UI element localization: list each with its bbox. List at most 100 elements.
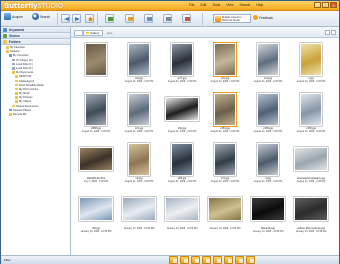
menu-search[interactable]: Search xyxy=(240,3,251,7)
photo-thumbnail[interactable] xyxy=(85,92,107,126)
search-button[interactable]: Search xyxy=(32,13,50,20)
tree-item-label: My Documents xyxy=(16,71,34,75)
photo-thumbnail-item[interactable]: DSC00145.JPG July 1, 2008 - 3:35 PM xyxy=(75,141,117,183)
photo-thumbnail[interactable] xyxy=(294,147,328,171)
edit-button[interactable] xyxy=(144,14,153,23)
photo-thumbnail[interactable] xyxy=(85,42,107,76)
reformat-studio-promo[interactable]: Multiple Assets to Reformat Studio xyxy=(213,14,251,23)
photo-thumbnail-item[interactable]: January 10, 2008 - 12:56 PM xyxy=(204,191,246,230)
printer-icon xyxy=(216,258,221,263)
photo-thumbnail[interactable] xyxy=(257,92,279,126)
print-button[interactable] xyxy=(163,14,172,23)
tree-item-label: My Favorites xyxy=(10,46,25,50)
print-icon xyxy=(166,17,171,21)
acquire-button[interactable]: Acquire xyxy=(4,13,23,20)
photo-thumbnail[interactable] xyxy=(214,92,236,126)
maximize-button[interactable]: □ xyxy=(322,2,329,8)
photo-thumbnail-item[interactable]: carbon fibre textures.jpg January 14, 200… xyxy=(290,191,332,233)
menu-view[interactable]: View xyxy=(226,3,233,7)
photo-thumbnail[interactable] xyxy=(294,197,328,221)
photo-thumbnail-item[interactable]: x11.jpg August 21, 2008 - 3:26 PM xyxy=(247,41,289,83)
rotate-right-button[interactable] xyxy=(180,256,189,264)
photo-date: August 21, 2008 - 3:26 PM xyxy=(167,180,197,184)
minimize-button[interactable]: – xyxy=(314,2,321,8)
list-view-button[interactable] xyxy=(331,30,336,35)
photo-thumbnail-item[interactable]: x54.jpg August 21, 2008 - 3:26 PM xyxy=(161,91,203,133)
slideshow-button[interactable] xyxy=(125,14,134,23)
menu-file[interactable]: File xyxy=(189,3,194,7)
filter-label[interactable]: Filter xyxy=(4,258,11,262)
breadcrumb-current[interactable]: pics xyxy=(107,31,112,35)
photo-thumbnail-item[interactable]: x74.jpg August 21, 2008 - 3:26 PM xyxy=(204,141,246,183)
photo-thumbnail-item[interactable]: x153.jpg August 21, 2008 - 3:26 PM xyxy=(290,91,332,133)
photo-thumbnail-item[interactable]: ameuaeine.fxpaetlux.jpg August 21, 2008 -… xyxy=(290,141,332,183)
photo-date: January 10, 2008 - 12:56 PM xyxy=(80,230,112,234)
zoom-button[interactable] xyxy=(246,256,255,264)
photo-thumbnail[interactable] xyxy=(165,197,199,221)
thumbnail-view-button[interactable] xyxy=(325,30,330,35)
folders-section[interactable]: Folders xyxy=(1,39,70,45)
photo-thumbnail-item[interactable]: x83.jpg August 21, 2008 - 3:26 PM xyxy=(161,141,203,183)
photo-thumbnail[interactable] xyxy=(122,197,156,221)
photo-thumbnail-item[interactable]: x21.jpg August 21, 2008 - 3:26 PM xyxy=(204,41,246,83)
photo-thumbnail[interactable] xyxy=(257,142,279,176)
tree-item[interactable]: Recycle Bin xyxy=(1,113,70,117)
keywords-icon xyxy=(3,28,7,32)
photo-thumbnail[interactable] xyxy=(257,42,279,76)
forward-button[interactable] xyxy=(72,14,81,23)
photo-thumbnail-item[interactable]: ... xyxy=(75,41,117,80)
photo-thumbnail-item[interactable]: blank-bk.jpg January 14, 2008 - 10:58 AM xyxy=(247,191,289,233)
print-photo-button[interactable] xyxy=(213,256,222,264)
home-button[interactable] xyxy=(85,14,94,23)
import-button[interactable] xyxy=(105,14,114,23)
photo-thumbnail-item[interactable]: January 10, 2008 - 12:56 PM xyxy=(161,191,203,230)
view-mode-toggle xyxy=(325,30,336,35)
photo-thumbnail[interactable] xyxy=(128,42,150,76)
photo-thumbnail-item[interactable]: x3.jpg August 21, 2008 - 3:26 PM xyxy=(118,141,160,183)
photo-thumbnail[interactable] xyxy=(79,147,113,171)
shares-icon xyxy=(3,34,7,38)
slideshow-play-button[interactable] xyxy=(235,256,244,264)
menu-edit[interactable]: Edit xyxy=(200,3,206,7)
photo-thumbnail[interactable] xyxy=(171,42,193,76)
close-button[interactable]: × xyxy=(330,2,337,8)
delete-button[interactable] xyxy=(191,256,200,264)
photo-thumbnail-item[interactable]: s.jpg August 21, 2008 - 3:26 PM xyxy=(290,41,332,83)
breadcrumb-folder[interactable]: Gallery xyxy=(83,30,103,36)
photo-thumbnail-item[interactable]: x21.jpg August 21, 2008 - 3:26 PM xyxy=(118,91,160,133)
search-icon xyxy=(32,13,39,20)
feedback-button[interactable]: Feedback xyxy=(253,15,273,20)
photo-thumbnail[interactable] xyxy=(208,197,242,221)
upload-button[interactable] xyxy=(224,256,233,264)
photo-thumbnail-item[interactable]: January 10, 2008 - 12:56 PM xyxy=(118,191,160,230)
photo-thumbnail[interactable] xyxy=(214,42,236,76)
breadcrumb-root[interactable]: ... xyxy=(74,30,83,36)
photo-date: August 21, 2008 - 3:26 PM xyxy=(296,130,326,134)
share-button[interactable] xyxy=(182,14,191,23)
photo-thumbnail[interactable] xyxy=(300,92,322,126)
photo-thumbnail[interactable] xyxy=(300,42,322,76)
back-button[interactable] xyxy=(61,14,70,23)
photo-thumbnail[interactable] xyxy=(79,197,113,221)
photo-thumbnail[interactable] xyxy=(251,197,285,221)
photo-thumbnail[interactable] xyxy=(214,142,236,176)
folder-icon xyxy=(3,40,7,44)
photo-thumbnail[interactable] xyxy=(165,97,199,121)
folder-icon xyxy=(15,96,18,99)
email-button[interactable] xyxy=(202,256,211,264)
photo-thumbnail-item[interactable]: 2058.jpg August 21, 2008 - 3:26 PM xyxy=(75,91,117,133)
photo-thumbnail[interactable] xyxy=(171,142,193,176)
photo-thumbnail-item[interactable]: 3.jpg August 21, 2008 - 3:26 PM xyxy=(247,141,289,183)
photo-thumbnail-item[interactable]: ww.jpg August 21, 2008 - 3:26 PM xyxy=(118,41,160,83)
drive-icon xyxy=(12,62,15,66)
rotate-left-button[interactable] xyxy=(169,256,178,264)
photo-thumbnail[interactable] xyxy=(128,142,150,176)
photo-thumbnail-item[interactable]: r25.jpg January 10, 2008 - 12:56 PM xyxy=(75,191,117,233)
photo-thumbnail-item[interactable]: w77.jpg August 21, 2008 - 3:26 PM xyxy=(161,41,203,83)
photo-date: January 14, 2008 - 10:58 AM xyxy=(252,230,284,234)
photo-thumbnail-item[interactable]: x156.jpg August 21, 2008 - 3:26 PM xyxy=(247,91,289,133)
menu-tools[interactable]: Tools xyxy=(212,3,220,7)
photo-thumbnail[interactable] xyxy=(128,92,150,126)
photo-thumbnail-item[interactable]: x154.jpg August 21, 2008 - 3:26 PM xyxy=(204,91,246,133)
menu-help[interactable]: Help xyxy=(256,3,263,7)
